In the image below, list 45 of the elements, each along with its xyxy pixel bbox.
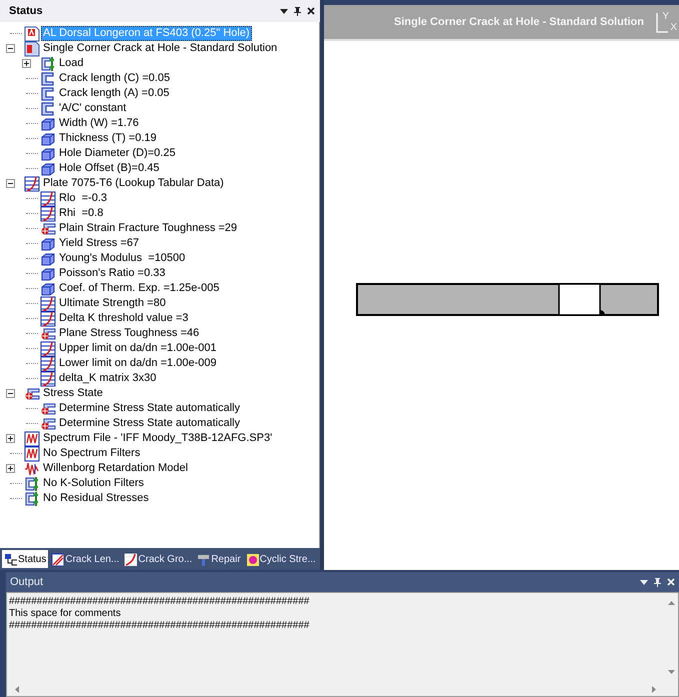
tab[interactable]: Status xyxy=(2,550,48,568)
tree-item[interactable]: Plane Stress Toughness =46 xyxy=(57,326,202,341)
tree-item[interactable]: Poisson's Ratio =0.33 xyxy=(57,266,168,281)
tree-item[interactable]: delta_K matrix 3x30 xyxy=(57,371,158,386)
tree-item[interactable]: 'A/C' constant xyxy=(57,101,128,116)
axis-label: X xyxy=(670,22,677,33)
panel-title: Status xyxy=(9,4,44,19)
panel-title: Output xyxy=(10,574,44,590)
tree-item[interactable]: Crack length (A) =0.05 xyxy=(57,86,172,101)
tree-item[interactable]: Upper limit on da/dn =1.00e-001 xyxy=(57,341,218,356)
tree-item[interactable]: Ultimate Strength =80 xyxy=(57,296,168,311)
view-title: Single Corner Crack at Hole - Standard Solution xyxy=(394,14,645,30)
output-line: This space for comments xyxy=(9,608,121,620)
tree-item[interactable]: Single Corner Crack at Hole - Standard Solution xyxy=(41,41,280,56)
tree-item[interactable]: Hole Diameter (D)=0.25 xyxy=(57,146,178,161)
tree-item[interactable]: Lower limit on da/dn =1.00e-009 xyxy=(57,356,218,371)
tree-item[interactable]: Crack length (C) =0.05 xyxy=(57,71,172,86)
tree-item[interactable]: Determine Stress State automatically xyxy=(57,416,242,431)
tree-item[interactable]: Width (W) =1.76 xyxy=(57,116,141,131)
tab[interactable]: Cyclic Stre... xyxy=(244,550,318,568)
output-line: ###################################################### xyxy=(9,596,310,608)
output-line: ###################################################### xyxy=(9,620,310,632)
tree-item[interactable]: Delta K threshold value =3 xyxy=(57,311,190,326)
tree-item[interactable]: Coef. of Therm. Exp. =1.25e-005 xyxy=(57,281,222,296)
tree-item[interactable]: Hole Offset (B)=0.45 xyxy=(57,161,162,176)
tree-item[interactable]: Stress State xyxy=(41,386,105,401)
axis-label: Y xyxy=(662,11,670,22)
tree-item[interactable]: Thickness (T) =0.19 xyxy=(57,131,159,146)
tree-item[interactable]: No K-Solution Filters xyxy=(41,476,146,491)
tree-item[interactable]: Plate 7075-T6 (Lookup Tabular Data) xyxy=(41,176,226,191)
tab[interactable]: Repair xyxy=(195,550,243,568)
tab[interactable]: Crack Len... xyxy=(49,550,122,568)
tree-item[interactable]: Rlo =-0.3 xyxy=(57,191,109,206)
tree-item[interactable]: Spectrum File - 'IFF Moody_T38B-12AFG.SP3' xyxy=(41,431,274,446)
tab[interactable]: Crack Gro... xyxy=(122,550,194,568)
tree-item[interactable]: Willenborg Retardation Model xyxy=(41,461,190,476)
tree-item[interactable]: Rhi =0.8 xyxy=(57,206,106,221)
tree-item[interactable]: Plain Strain Fracture Toughness =29 xyxy=(57,221,240,236)
tree-item[interactable]: Determine Stress State automatically xyxy=(57,401,242,416)
tree-item[interactable]: Yield Stress =67 xyxy=(57,236,141,251)
tree-item[interactable]: Load xyxy=(57,56,86,71)
tree-item[interactable]: Young's Modulus =10500 xyxy=(57,251,188,266)
output-area[interactable]: ###################################################### This space for comments ###################################################### xyxy=(6,592,679,697)
tree-item[interactable]: No Residual Stresses xyxy=(41,491,151,506)
tree-item[interactable]: No Spectrum Filters xyxy=(41,446,142,461)
